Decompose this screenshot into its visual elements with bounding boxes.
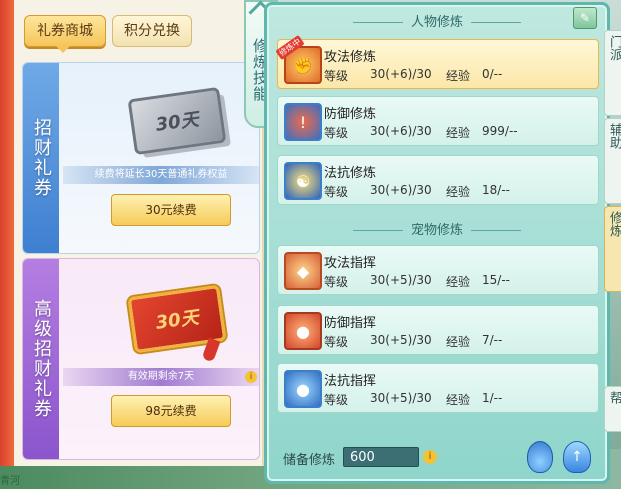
- side-tab-guild[interactable]: 帮: [604, 386, 621, 432]
- exp-label: 经验: [446, 335, 471, 349]
- pet-row-attack[interactable]: ◆ 攻法指挥 等级 30(+5)/30 经验 15/--: [277, 245, 599, 295]
- renew-30-button[interactable]: 30元续费: [111, 194, 231, 226]
- character-section-title: 人物修炼: [267, 11, 607, 30]
- side-tab-label: 辅助: [607, 123, 621, 149]
- level-label: 等级: [324, 126, 349, 140]
- level-label: 等级: [324, 335, 349, 349]
- side-tab-assist[interactable]: 辅助: [604, 118, 621, 204]
- shop-border-strip: [0, 0, 14, 466]
- exp-label: 经验: [446, 275, 471, 289]
- cultivation-panel: 人物修炼 ✎ ✊ 修炼中 攻法修炼 等级 30(+6)/30 经验 0/-- !…: [264, 2, 610, 484]
- coupon-shop-panel: 礼券商城 积分兑换 招财礼券 30天 续费将延长30天普通礼券权益 30元续费 …: [0, 0, 264, 466]
- row-name: 攻法修炼: [324, 50, 377, 65]
- side-tab-label: 帮: [607, 391, 621, 404]
- ticket-text: 30天: [154, 109, 200, 136]
- exp-value: 1/--: [482, 391, 503, 405]
- card-title: 高级招财礼券: [31, 299, 52, 419]
- side-tab-cultivation[interactable]: 修炼: [604, 206, 621, 292]
- reserve-value: 600: [343, 447, 419, 467]
- silver-ticket-icon: 30天: [127, 86, 227, 156]
- card-note: 续费将延长30天普通礼券权益: [63, 166, 259, 184]
- side-tab-label: 门派: [607, 35, 621, 61]
- cultivation-row-resist[interactable]: ☯ 法抗修炼 等级 30(+6)/30 经验 18/--: [277, 155, 599, 205]
- yin-yang-icon: ☯: [284, 162, 322, 200]
- level-label: 等级: [324, 275, 349, 289]
- side-tab-label: 修炼: [607, 211, 621, 237]
- info-icon[interactable]: i: [423, 450, 437, 464]
- row-name: 攻法指挥: [324, 256, 377, 271]
- level-label: 等级: [324, 393, 349, 407]
- row-name: 法抗指挥: [324, 374, 377, 389]
- exp-value: 999/--: [482, 124, 518, 138]
- exp-label: 经验: [446, 185, 471, 199]
- active-tab-indicator: [56, 46, 70, 53]
- pet-row-resist[interactable]: ● 法抗指挥 等级 30(+5)/30 经验 1/--: [277, 363, 599, 413]
- row-name: 防御指挥: [324, 316, 377, 331]
- potion-icon[interactable]: [527, 441, 553, 473]
- cultivation-row-attack[interactable]: ✊ 修炼中 攻法修炼 等级 30(+6)/30 经验 0/--: [275, 34, 599, 89]
- cultivation-row-defense[interactable]: ! 防御修炼 等级 30(+6)/30 经验 999/--: [277, 96, 599, 146]
- level-value: 30(+5)/30: [370, 273, 432, 287]
- card-note: 有效期剩余7天 i: [63, 368, 259, 386]
- coupon-card-normal: 招财礼券 30天 续费将延长30天普通礼券权益 30元续费: [22, 62, 260, 254]
- exp-label: 经验: [446, 69, 471, 83]
- ticket-text: 30天: [154, 307, 200, 334]
- exp-value: 18/--: [482, 183, 510, 197]
- row-name: 防御修炼: [324, 107, 377, 122]
- level-value: 30(+6)/30: [370, 67, 432, 81]
- paw-resist-icon: ●: [284, 370, 322, 408]
- shield-icon: !: [284, 103, 322, 141]
- exp-label: 经验: [446, 126, 471, 140]
- coupon-card-premium: 高级招财礼券 30天 有效期剩余7天 i 98元续费: [22, 258, 260, 460]
- level-value: 30(+6)/30: [370, 124, 432, 138]
- card-title: 招财礼券: [31, 118, 52, 198]
- level-value: 30(+6)/30: [370, 183, 432, 197]
- level-label: 等级: [324, 185, 349, 199]
- pet-row-defense[interactable]: ● 防御指挥 等级 30(+5)/30 经验 7/--: [277, 305, 599, 355]
- card-note-text: 有效期剩余7天: [127, 371, 195, 382]
- renew-98-button[interactable]: 98元续费: [111, 395, 231, 427]
- exp-value: 7/--: [482, 333, 503, 347]
- exp-value: 15/--: [482, 273, 510, 287]
- paw-attack-icon: ◆: [284, 252, 322, 290]
- upgrade-arrow-icon[interactable]: ↑: [563, 441, 591, 473]
- row-name: 法抗修炼: [324, 166, 377, 181]
- reserve-label: 储备修炼: [283, 453, 336, 468]
- location-label: 青河: [0, 476, 20, 487]
- level-value: 30(+5)/30: [370, 391, 432, 405]
- level-label: 等级: [324, 69, 349, 83]
- exp-value: 0/--: [482, 67, 503, 81]
- exp-label: 经验: [446, 393, 471, 407]
- pet-section-title: 宠物修炼: [267, 219, 607, 238]
- edit-icon[interactable]: ✎: [573, 7, 597, 29]
- side-tab-sect[interactable]: 门派: [604, 30, 621, 116]
- tab-coupon-shop[interactable]: 礼券商城: [24, 15, 106, 47]
- info-icon[interactable]: i: [245, 371, 257, 383]
- paw-defense-icon: ●: [284, 312, 322, 350]
- card-side-label: 高级招财礼券: [23, 259, 59, 459]
- tab-points-exchange[interactable]: 积分兑换: [112, 15, 192, 47]
- card-note-text: 续费将延长30天普通礼券权益: [94, 169, 228, 180]
- level-value: 30(+5)/30: [370, 333, 432, 347]
- card-side-label: 招财礼券: [23, 63, 59, 253]
